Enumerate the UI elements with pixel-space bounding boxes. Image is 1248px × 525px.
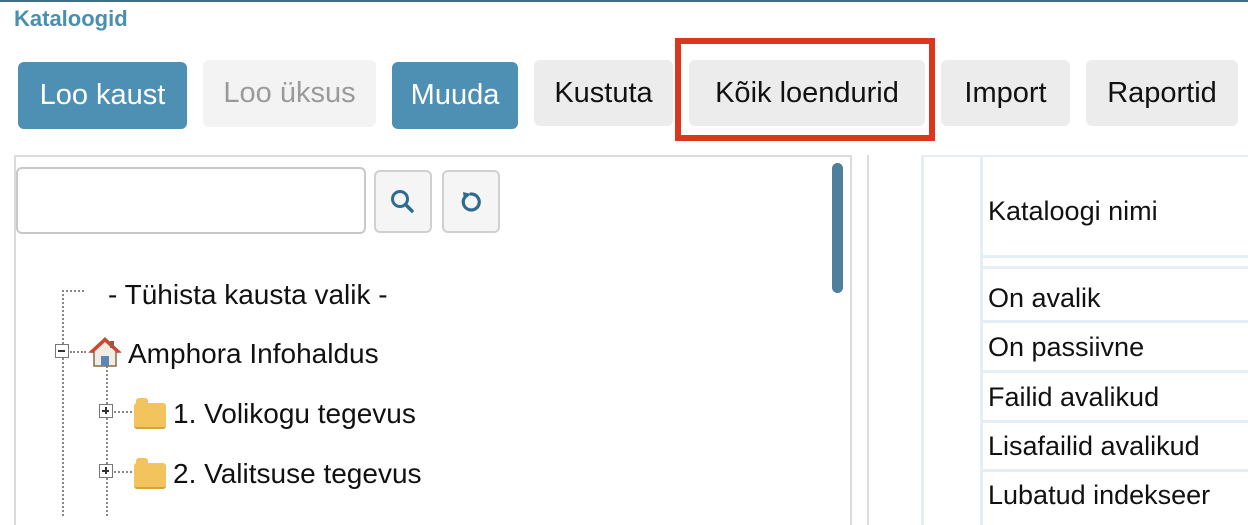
detail-row-public: On avalik: [988, 283, 1101, 313]
table-top-border: [921, 155, 1248, 157]
tree-search-input[interactable]: [16, 167, 366, 234]
import-button[interactable]: Import: [941, 60, 1070, 126]
row-divider: [983, 255, 1248, 258]
search-button[interactable]: [374, 170, 432, 233]
detail-row-indexing: Lubatud indekseer: [988, 480, 1211, 510]
reports-button[interactable]: Raportid: [1086, 60, 1238, 126]
tree-root-item[interactable]: Amphora Infohaldus: [128, 338, 379, 370]
page-title: Kataloogid: [14, 6, 128, 31]
expand-toggle[interactable]: [99, 464, 113, 478]
folder-icon: [134, 398, 166, 429]
highlight-box: [675, 38, 935, 141]
collapse-toggle[interactable]: [55, 344, 69, 358]
row-divider: [983, 420, 1248, 423]
delete-button[interactable]: Kustuta: [534, 60, 673, 126]
tree-line: [106, 362, 108, 516]
tree-line: [70, 351, 86, 353]
edit-button[interactable]: Muuda: [392, 62, 518, 129]
panel-divider: [867, 155, 869, 525]
row-divider: [983, 320, 1248, 323]
expand-toggle[interactable]: [99, 404, 113, 418]
home-icon: [88, 336, 122, 367]
folder-icon: [134, 458, 166, 489]
tree-line: [62, 290, 84, 292]
tree-line: [114, 411, 132, 413]
detail-row-passive: On passiivne: [988, 332, 1145, 362]
tree-line: [114, 471, 132, 473]
top-rule: [0, 0, 1248, 2]
details-header: Kataloogi nimi: [988, 196, 1158, 226]
detail-row-files-public: Failid avalikud: [988, 382, 1160, 412]
create-folder-button[interactable]: Loo kaust: [18, 62, 187, 129]
tree-item-valitsus[interactable]: 2. Valitsuse tegevus: [173, 458, 422, 490]
row-divider: [983, 370, 1248, 373]
row-divider: [983, 266, 1248, 269]
row-divider: [983, 469, 1248, 472]
create-unit-button[interactable]: Loo üksus: [203, 60, 376, 127]
table-border: [921, 155, 924, 525]
detail-row-attachments-public: Lisafailid avalikud: [988, 431, 1200, 461]
tree-item-volikogu[interactable]: 1. Volikogu tegevus: [173, 398, 416, 430]
clear-selection-item[interactable]: - Tühista kausta valik -: [108, 279, 388, 311]
refresh-icon: [461, 191, 481, 212]
reset-button[interactable]: [442, 170, 500, 233]
search-icon: [391, 189, 414, 213]
tree-line: [62, 290, 64, 516]
tree-scrollbar[interactable]: [832, 163, 843, 293]
